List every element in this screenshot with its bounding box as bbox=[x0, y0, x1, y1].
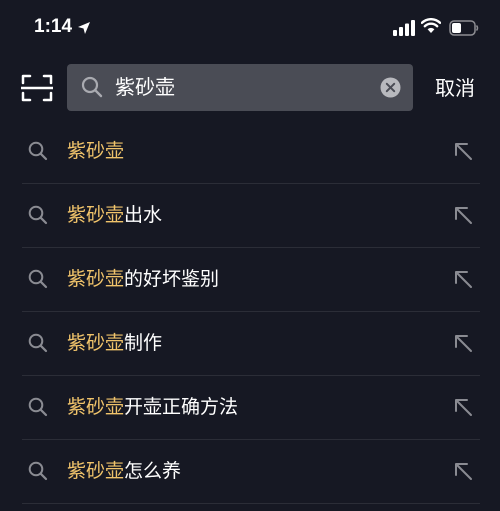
divider bbox=[22, 503, 480, 504]
cancel-button[interactable]: 取消 bbox=[435, 76, 475, 100]
suggestion-item[interactable]: 紫砂壶怎么养 bbox=[0, 440, 500, 504]
battery-icon bbox=[449, 20, 479, 36]
suggestion-list: 紫砂壶 紫砂壶出水 紫砂壶的好坏鉴别 紫砂壶制作 紫砂壶开壶正确方法 紫砂壶怎么… bbox=[0, 120, 500, 504]
search-icon bbox=[81, 76, 103, 98]
search-icon bbox=[28, 205, 48, 225]
suggestion-highlight: 紫砂壶 bbox=[67, 332, 125, 354]
search-icon bbox=[28, 269, 48, 289]
search-icon bbox=[28, 461, 48, 481]
clear-icon[interactable] bbox=[380, 77, 401, 98]
suggestion-item[interactable]: 紫砂壶 bbox=[0, 120, 500, 184]
suggestion-rest: 的好坏鉴别 bbox=[124, 268, 220, 290]
suggestion-rest: 开壶正确方法 bbox=[124, 396, 239, 418]
search-icon bbox=[28, 141, 48, 161]
suggestion-highlight: 紫砂壶 bbox=[67, 268, 125, 290]
search-icon bbox=[28, 333, 48, 353]
scan-icon[interactable] bbox=[21, 74, 53, 102]
suggestion-highlight: 紫砂壶 bbox=[67, 460, 125, 482]
fill-query-arrow-icon[interactable] bbox=[452, 396, 474, 418]
location-arrow-icon bbox=[78, 22, 90, 34]
status-bar: 1:14 bbox=[0, 0, 500, 56]
suggestion-label: 紫砂壶出水 bbox=[67, 201, 162, 229]
suggestion-highlight: 紫砂壶 bbox=[67, 140, 125, 162]
fill-query-arrow-icon[interactable] bbox=[452, 268, 474, 290]
fill-query-arrow-icon[interactable] bbox=[452, 204, 474, 226]
suggestion-label: 紫砂壶怎么养 bbox=[67, 457, 181, 485]
wifi-icon bbox=[421, 18, 441, 33]
suggestion-rest: 出水 bbox=[124, 204, 163, 226]
cellular-signal-icon bbox=[393, 20, 415, 36]
suggestion-highlight: 紫砂壶 bbox=[67, 396, 125, 418]
fill-query-arrow-icon[interactable] bbox=[452, 140, 474, 162]
search-input[interactable] bbox=[115, 64, 365, 111]
suggestion-item[interactable]: 紫砂壶开壶正确方法 bbox=[0, 376, 500, 440]
suggestion-rest: 怎么养 bbox=[124, 460, 182, 482]
status-time: 1:14 bbox=[34, 16, 73, 37]
suggestion-item[interactable]: 紫砂壶制作 bbox=[0, 312, 500, 376]
search-icon bbox=[28, 397, 48, 417]
suggestion-rest: 制作 bbox=[124, 332, 163, 354]
suggestion-label: 紫砂壶开壶正确方法 bbox=[67, 393, 238, 421]
search-header: 取消 bbox=[0, 64, 500, 112]
suggestion-label: 紫砂壶的好坏鉴别 bbox=[67, 265, 219, 293]
fill-query-arrow-icon[interactable] bbox=[452, 332, 474, 354]
suggestion-item[interactable]: 紫砂壶出水 bbox=[0, 184, 500, 248]
suggestion-label: 紫砂壶 bbox=[67, 137, 124, 165]
fill-query-arrow-icon[interactable] bbox=[452, 460, 474, 482]
search-box[interactable] bbox=[67, 64, 413, 111]
suggestion-highlight: 紫砂壶 bbox=[67, 204, 125, 226]
suggestion-label: 紫砂壶制作 bbox=[67, 329, 162, 357]
suggestion-item[interactable]: 紫砂壶的好坏鉴别 bbox=[0, 248, 500, 312]
